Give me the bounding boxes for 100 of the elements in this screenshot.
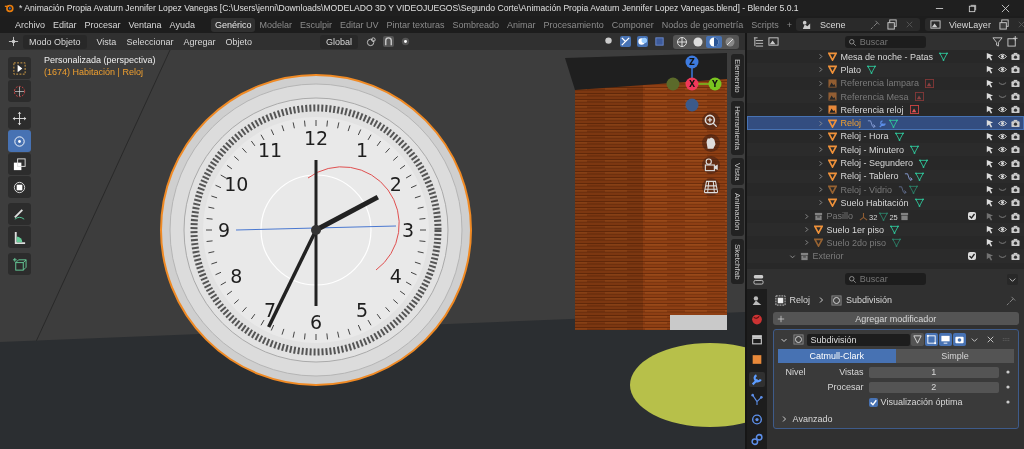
chevron-right-icon[interactable] — [816, 93, 824, 101]
add-workspace-button[interactable]: + — [782, 17, 796, 32]
camera-icon[interactable] — [1011, 171, 1020, 181]
xray-icon[interactable] — [653, 36, 665, 47]
chevron-right-icon[interactable] — [816, 79, 824, 87]
camera-icon[interactable] — [1011, 145, 1020, 155]
mesh-data-icon[interactable] — [910, 145, 920, 155]
menu-item[interactable]: Ventana — [124, 19, 166, 30]
keyframe-dot-icon[interactable] — [1005, 399, 1011, 405]
camera-icon[interactable] — [1011, 131, 1020, 141]
sidebar-tab[interactable]: Vista — [730, 157, 744, 186]
filter-icon[interactable] — [992, 36, 1003, 47]
chevron-right-icon[interactable] — [802, 239, 810, 247]
camera-icon[interactable] — [1011, 105, 1020, 115]
camera-icon[interactable] — [1011, 238, 1020, 248]
keyframe-dot-icon[interactable] — [1005, 369, 1011, 375]
mesh-data-icon[interactable] — [914, 198, 924, 208]
search-field[interactable]: Buscar — [844, 35, 926, 48]
exclude-checkbox[interactable] — [968, 212, 976, 221]
eye-icon[interactable] — [998, 131, 1007, 141]
restore-icon[interactable] — [968, 3, 977, 13]
keyframe-dot-icon[interactable] — [1005, 384, 1011, 390]
add-modifier-button[interactable]: Agregar modificador — [772, 312, 1019, 325]
editor-type-icon[interactable] — [752, 36, 764, 47]
mesh-data-icon[interactable] — [915, 171, 925, 181]
annotate-tool-icon[interactable] — [8, 203, 31, 225]
axis-gizmo[interactable]: Z X Y — [666, 55, 722, 112]
chevron-right-icon[interactable] — [816, 186, 824, 194]
camera-icon[interactable] — [1011, 158, 1020, 168]
mesh-data-icon[interactable] — [889, 118, 899, 128]
eye-icon[interactable] — [998, 65, 1007, 75]
eye-icon[interactable] — [998, 198, 1007, 208]
viewport-toggle-icon[interactable] — [939, 333, 952, 346]
workspace-tab[interactable]: Genérico — [210, 17, 256, 32]
camera-icon[interactable] — [1011, 198, 1020, 208]
close-icon[interactable] — [1001, 3, 1010, 13]
workspace-tab[interactable]: Pintar texturas — [382, 17, 449, 32]
menu-item[interactable]: Procesar — [80, 19, 125, 30]
editor-type-icon[interactable] — [752, 273, 764, 285]
armature-data-icon[interactable] — [859, 211, 869, 221]
constraint-data-icon[interactable] — [904, 171, 914, 181]
menu-item[interactable]: Editar — [49, 19, 81, 30]
chevron-right-icon[interactable] — [816, 159, 824, 167]
mesh-data-icon[interactable] — [894, 131, 904, 141]
exclude-checkbox[interactable] — [968, 252, 976, 261]
workspace-tab[interactable]: Scripts — [747, 17, 783, 32]
mesh-data-icon[interactable] — [908, 185, 918, 195]
mesh-data-icon[interactable] — [892, 238, 902, 248]
material-shading-icon[interactable] — [705, 35, 722, 48]
new-collection-icon[interactable] — [1007, 36, 1018, 47]
chevron-down-icon[interactable] — [788, 252, 796, 260]
eye-icon[interactable] — [998, 105, 1007, 115]
algorithm-option[interactable]: Catmull-Clark — [777, 349, 896, 363]
outliner-row[interactable]: Reloj — [746, 116, 1024, 130]
hand-icon[interactable] — [702, 134, 720, 152]
eye-icon[interactable] — [998, 118, 1007, 128]
camera-icon[interactable] — [1011, 225, 1020, 234]
eye-icon[interactable] — [998, 145, 1007, 155]
modifier-tab-icon[interactable] — [748, 372, 765, 387]
editor-type-icon[interactable] — [8, 36, 19, 47]
workspace-tab[interactable]: Editar UV — [336, 17, 383, 32]
camera-icon[interactable] — [1011, 78, 1020, 88]
add-cube-tool-icon[interactable] — [8, 253, 31, 275]
pin-icon[interactable] — [870, 19, 881, 30]
number-field[interactable]: 2 — [868, 381, 999, 393]
chevron-right-icon[interactable] — [816, 199, 824, 207]
collection-data-icon[interactable] — [899, 211, 909, 221]
camera-icon[interactable] — [1011, 92, 1020, 102]
mesh-data-icon[interactable] — [867, 65, 877, 75]
mesh-data-icon[interactable] — [879, 211, 889, 221]
move-tool-icon[interactable] — [8, 107, 31, 129]
menu-item[interactable]: Vista — [92, 36, 121, 47]
camera-icon[interactable] — [1011, 65, 1020, 75]
display-mode-icon[interactable] — [767, 36, 779, 47]
sidebar-tab[interactable]: Herramienta — [730, 100, 744, 155]
algorithm-option[interactable]: Simple — [895, 349, 1014, 363]
pivot-icon[interactable] — [366, 36, 377, 47]
camera-icon[interactable] — [702, 156, 720, 174]
sidebar-tab[interactable]: Elemento — [730, 54, 744, 98]
workspace-tab[interactable]: Componer — [607, 17, 658, 32]
mesh-data-icon[interactable] — [890, 225, 900, 234]
workspace-tab[interactable]: Nodos de geometría — [657, 17, 748, 32]
measure-tool-icon[interactable] — [8, 226, 31, 248]
gizmo-icon[interactable] — [619, 36, 631, 47]
chevron-right-icon[interactable] — [816, 146, 824, 154]
image-data-icon[interactable] — [909, 105, 919, 115]
mesh-data-icon[interactable] — [939, 52, 949, 62]
chevron-right-icon[interactable] — [816, 66, 824, 74]
sidebar-tab[interactable]: Animación — [730, 188, 744, 236]
number-field[interactable]: 1 — [868, 366, 999, 378]
overlay-icon[interactable] — [636, 36, 648, 47]
rotate-tool-icon[interactable] — [8, 130, 31, 152]
scene-icon[interactable] — [801, 19, 812, 30]
particles-tab-icon[interactable] — [748, 392, 765, 407]
menu-item[interactable]: Objeto — [221, 36, 256, 47]
chevron-right-icon[interactable] — [816, 132, 824, 140]
eye-icon[interactable] — [998, 225, 1007, 234]
menu-item[interactable]: Agregar — [179, 36, 220, 47]
mode-dropdown[interactable]: Modo Objeto — [23, 34, 87, 49]
snap-icon[interactable] — [383, 36, 394, 47]
